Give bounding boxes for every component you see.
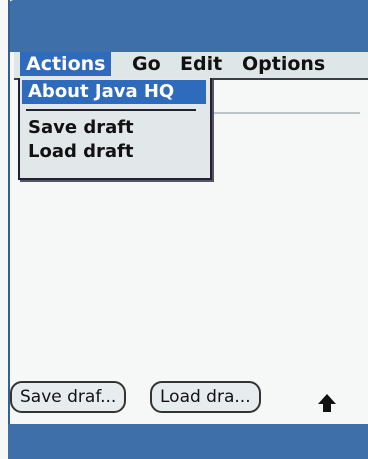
menu-go[interactable]: Go [126,52,167,76]
menu-edit[interactable]: Edit [174,52,228,76]
menu-actions[interactable]: Actions [20,52,112,76]
palm-screen: Actions Go Edit Options About Java HQ Sa… [0,0,368,459]
title-bar [8,0,368,52]
actions-dropdown: About Java HQ Save draft Load draft [18,78,212,180]
menu-bar: Actions Go Edit Options [14,52,368,80]
menu-item-load-draft[interactable]: Load draft [22,140,139,164]
menu-item-save-draft[interactable]: Save draft [22,116,140,140]
bottom-bar [8,424,368,459]
menu-options[interactable]: Options [236,52,331,76]
menu-separator [26,109,196,111]
screen-left-border [8,0,10,436]
save-draft-button[interactable]: Save draf... [10,381,127,413]
menu-item-about[interactable]: About Java HQ [22,80,206,104]
load-draft-button[interactable]: Load dra... [150,381,261,413]
up-arrow-icon[interactable] [316,392,338,414]
content-divider [210,112,360,114]
